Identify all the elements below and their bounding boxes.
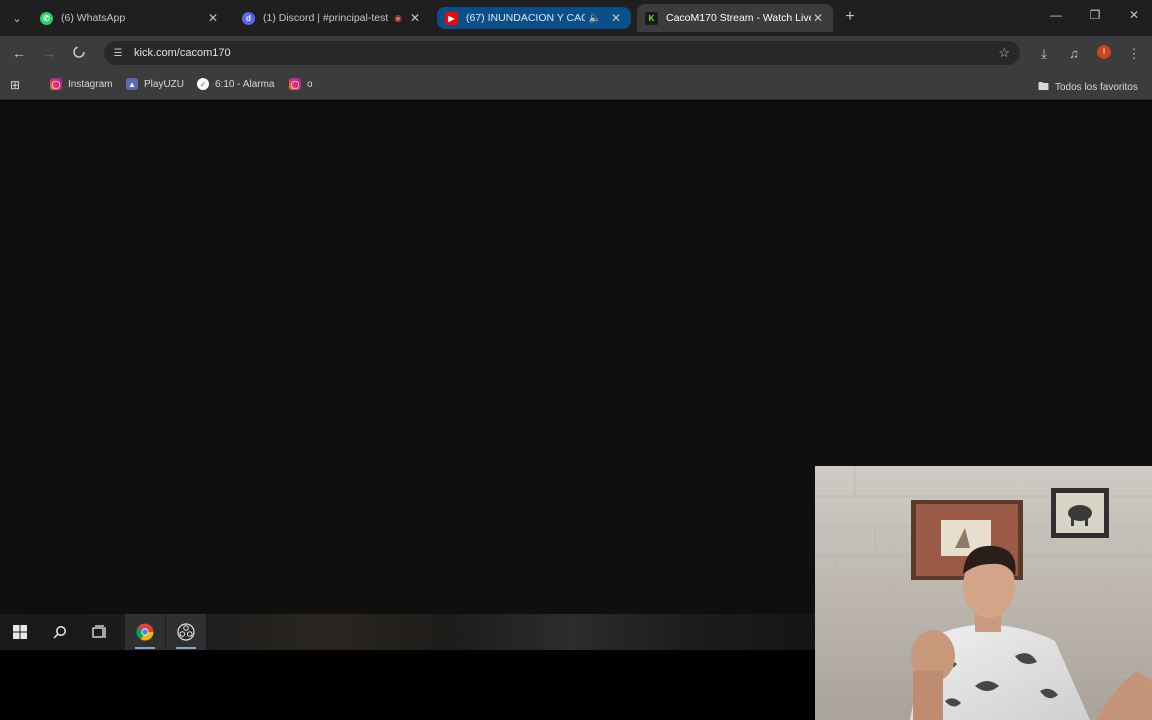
address-bar[interactable]: ☰ kick.com/cacom170 ☆ xyxy=(104,41,1020,65)
forward-button[interactable]: → xyxy=(40,45,58,61)
tab-kick[interactable]: K CacoM170 Stream - Watch Live ✕ xyxy=(637,4,833,32)
bookmark-instagram[interactable]: ◯ Instagram xyxy=(50,78,112,90)
tab-title: (1) Discord | #principal-testo xyxy=(263,12,389,24)
stop-loading-button[interactable] xyxy=(70,45,88,62)
task-view-button[interactable] xyxy=(80,614,120,650)
browser-toolbar: ← → ☰ kick.com/cacom170 ☆ ⤓ ♫ ⋮ xyxy=(0,36,1152,70)
close-icon[interactable]: ✕ xyxy=(408,11,422,25)
letterbox-area xyxy=(0,650,816,720)
bookmark-label: Todos los favoritos xyxy=(1055,82,1138,93)
tab-search-button[interactable]: ⌄ xyxy=(6,7,28,29)
media-control-icon[interactable]: ♫ xyxy=(1066,46,1082,61)
bookmark-playuzu[interactable]: ▲ PlayUZU xyxy=(126,78,184,90)
bookmark-label: Instagram xyxy=(68,78,113,90)
search-icon xyxy=(53,626,66,639)
restore-icon: ❐ xyxy=(1089,8,1101,22)
restore-button[interactable]: ❐ xyxy=(1085,8,1105,22)
tab-whatsapp[interactable]: ✆ (6) WhatsApp ✕ xyxy=(32,4,228,32)
close-icon[interactable]: ✕ xyxy=(206,11,220,25)
task-view-icon xyxy=(92,625,106,638)
arrow-left-icon: ← xyxy=(12,45,26,61)
taskbar-search-button[interactable] xyxy=(40,614,80,650)
bookmark-label: PlayUZU xyxy=(144,78,185,90)
speaker-icon[interactable]: 🔈 xyxy=(589,13,601,24)
apps-grid-icon: ⊞ xyxy=(10,78,21,92)
recording-icon: ◉ xyxy=(394,12,402,23)
webcam-overlay xyxy=(815,466,1152,720)
discord-icon: d xyxy=(242,11,255,25)
kick-icon: K xyxy=(645,11,658,25)
plus-icon: + xyxy=(845,8,855,25)
bookmark-label: o xyxy=(307,78,313,90)
instagram-icon: ◯ xyxy=(289,78,301,90)
bookmark-star-icon[interactable]: ☆ xyxy=(998,45,1010,61)
tab-strip: ⌄ ✆ (6) WhatsApp ✕ d (1) Discord | #prin… xyxy=(0,0,1152,36)
minimize-button[interactable]: — xyxy=(1046,8,1066,22)
close-icon[interactable]: ✕ xyxy=(609,11,623,25)
tab-title: (6) WhatsApp xyxy=(61,12,126,24)
close-window-button[interactable]: ✕ xyxy=(1124,8,1144,22)
tab-title: (67) INUNDACION Y CAOS xyxy=(466,12,585,24)
windows-start-button[interactable] xyxy=(0,614,40,650)
site-info-icon[interactable]: ☰ xyxy=(110,48,126,59)
bookmark-o[interactable]: ◯ o xyxy=(289,78,313,90)
instagram-icon: ◯ xyxy=(50,78,62,90)
playuzu-icon: ▲ xyxy=(126,78,138,90)
apps-button[interactable]: ⊞ xyxy=(10,78,20,92)
new-tab-button[interactable]: + xyxy=(841,8,859,26)
download-icon[interactable]: ⤓ xyxy=(1036,46,1052,62)
arrow-right-icon: → xyxy=(42,45,56,61)
close-icon[interactable]: ✕ xyxy=(811,11,825,25)
tab-youtube[interactable]: ▶ (67) INUNDACION Y CAOS 🔈 ✕ xyxy=(437,7,631,29)
bookmark-label: 6:10 - Alarma xyxy=(215,78,275,90)
back-button[interactable]: ← xyxy=(10,45,28,61)
obs-icon xyxy=(177,623,195,641)
whatsapp-icon: ✆ xyxy=(40,11,53,25)
youtube-icon: ▶ xyxy=(445,11,458,25)
menu-icon[interactable]: ⋮ xyxy=(1126,46,1142,62)
all-bookmarks-button[interactable]: 🖿 Todos los favoritos xyxy=(1038,78,1138,97)
bookmarks-bar: ⊞ ◯ Instagram ▲ PlayUZU ✓ 6:10 - Alarma … xyxy=(0,70,1152,100)
taskbar-obs[interactable] xyxy=(166,614,206,650)
windows-taskbar xyxy=(0,614,816,650)
windows-icon xyxy=(13,625,27,639)
tab-title: CacoM170 Stream - Watch Live xyxy=(666,12,811,24)
chrome-icon xyxy=(136,623,154,641)
url-text[interactable]: kick.com/cacom170 xyxy=(134,47,231,59)
webcam-feed-image xyxy=(815,466,1152,720)
tab-discord[interactable]: d (1) Discord | #principal-testo ◉ ✕ xyxy=(234,4,430,32)
loading-spinner-icon xyxy=(73,46,85,58)
folder-icon: 🖿 xyxy=(1038,81,1049,93)
check-icon: ✓ xyxy=(197,78,209,90)
minimize-icon: — xyxy=(1050,8,1062,22)
close-icon: ✕ xyxy=(1128,8,1140,22)
chevron-down-icon: ⌄ xyxy=(12,12,22,25)
taskbar-chrome[interactable] xyxy=(125,614,165,650)
bookmark-alarma[interactable]: ✓ 6:10 - Alarma xyxy=(197,78,274,90)
profile-avatar[interactable]: I xyxy=(1097,45,1111,59)
